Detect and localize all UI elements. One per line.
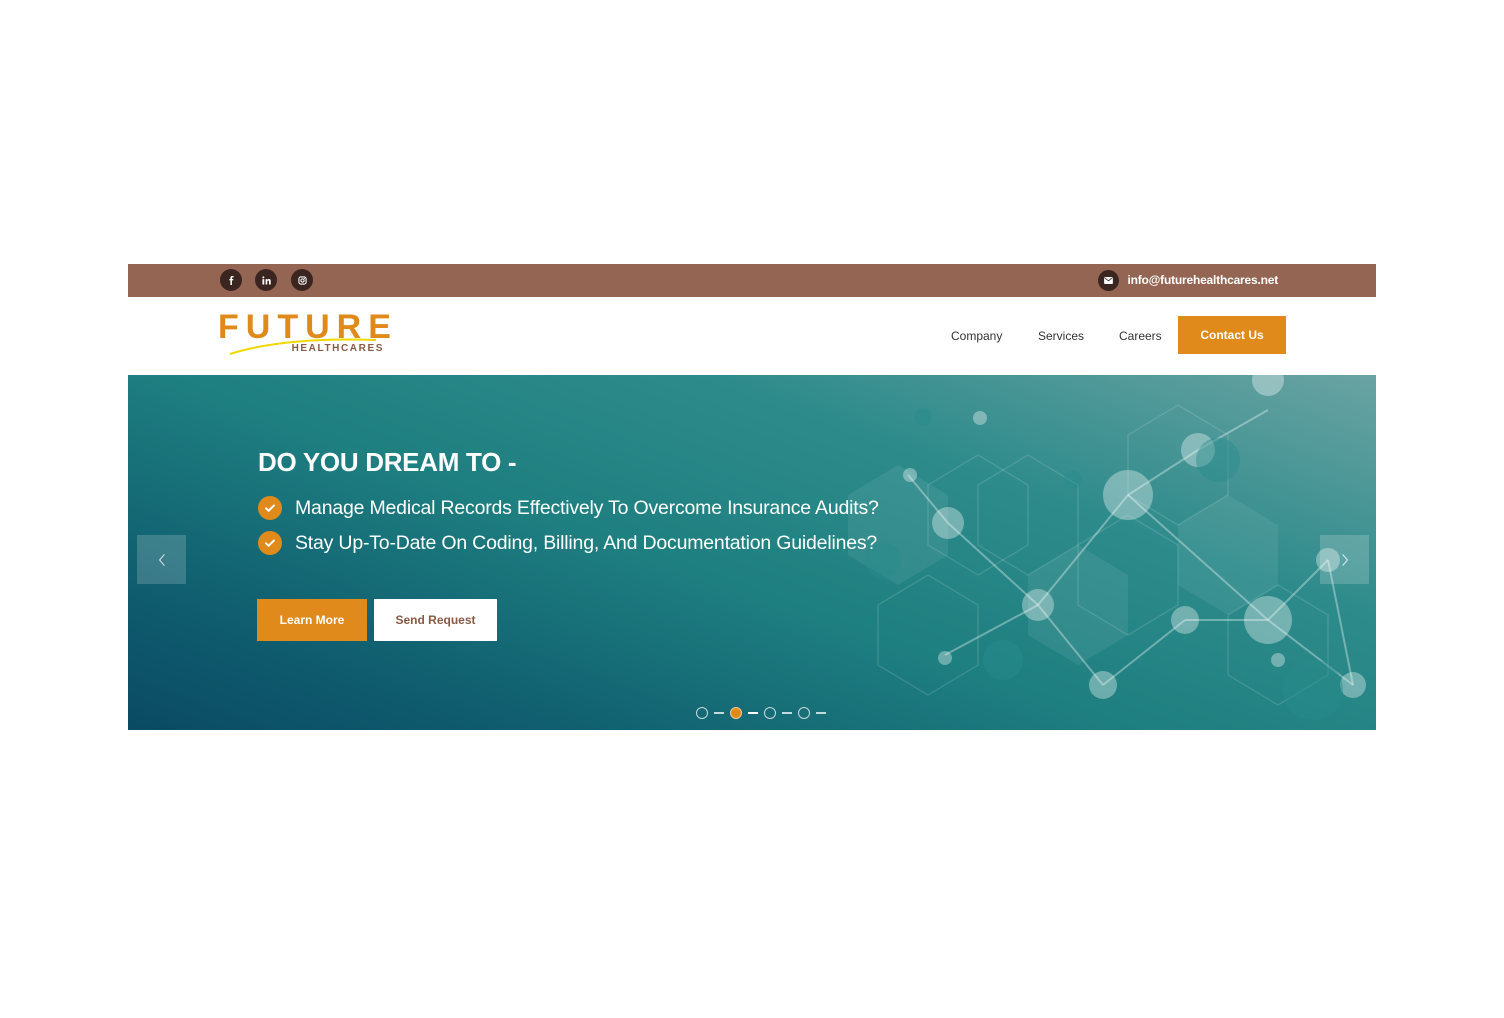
hero-bullet: Stay Up-To-Date On Coding, Billing, And … — [258, 531, 877, 555]
logo[interactable]: FUTURE HEALTHCARES — [218, 310, 391, 358]
slider-dot[interactable] — [798, 707, 810, 719]
slider-dot-active[interactable] — [730, 707, 742, 719]
slider-dash — [816, 712, 826, 714]
envelope-icon — [1098, 269, 1120, 291]
slider-dash — [748, 712, 758, 714]
learn-more-button[interactable]: Learn More — [257, 599, 367, 641]
slider-dot[interactable] — [764, 707, 776, 719]
slider-dot[interactable] — [696, 707, 708, 719]
email-address[interactable]: info@futurehealthcares.net — [1127, 273, 1278, 287]
slider-pagination — [696, 707, 832, 719]
chevron-left-icon — [158, 553, 165, 566]
logo-subtitle: HEALTHCARES — [291, 343, 384, 354]
slider-next-button[interactable] — [1320, 535, 1369, 584]
nav-item-services[interactable]: Services — [1038, 329, 1084, 343]
hero-bullet-text: Stay Up-To-Date On Coding, Billing, And … — [295, 531, 878, 554]
linkedin-icon[interactable] — [255, 269, 277, 291]
send-request-button[interactable]: Send Request — [374, 599, 497, 641]
facebook-icon[interactable] — [220, 269, 242, 291]
chevron-right-icon — [1341, 553, 1348, 566]
hero-title: DO YOU DREAM TO - — [258, 447, 517, 477]
main-navbar: FUTURE HEALTHCARES Company Services Care… — [128, 297, 1376, 375]
nav-item-company[interactable]: Company — [951, 329, 1002, 343]
hero-bullet-text: Manage Medical Records Effectively To Ov… — [295, 496, 879, 519]
contact-us-button[interactable]: Contact Us — [1178, 316, 1286, 354]
hero-slider: DO YOU DREAM TO - Manage Medical Records… — [128, 375, 1376, 730]
hero-bullet: Manage Medical Records Effectively To Ov… — [258, 496, 879, 520]
instagram-icon[interactable] — [291, 269, 313, 291]
email-contact[interactable]: info@futurehealthcares.net — [1098, 268, 1278, 292]
check-circle-icon — [258, 531, 282, 555]
check-circle-icon — [258, 496, 282, 520]
page-frame: info@futurehealthcares.net FUTURE HEALTH… — [128, 264, 1376, 730]
slider-dash — [714, 712, 724, 714]
slider-dash — [782, 712, 792, 714]
top-bar: info@futurehealthcares.net — [128, 264, 1376, 297]
logo-wordmark: FUTURE — [218, 308, 398, 346]
slider-prev-button[interactable] — [137, 535, 186, 584]
nav-item-careers[interactable]: Careers — [1119, 329, 1162, 343]
